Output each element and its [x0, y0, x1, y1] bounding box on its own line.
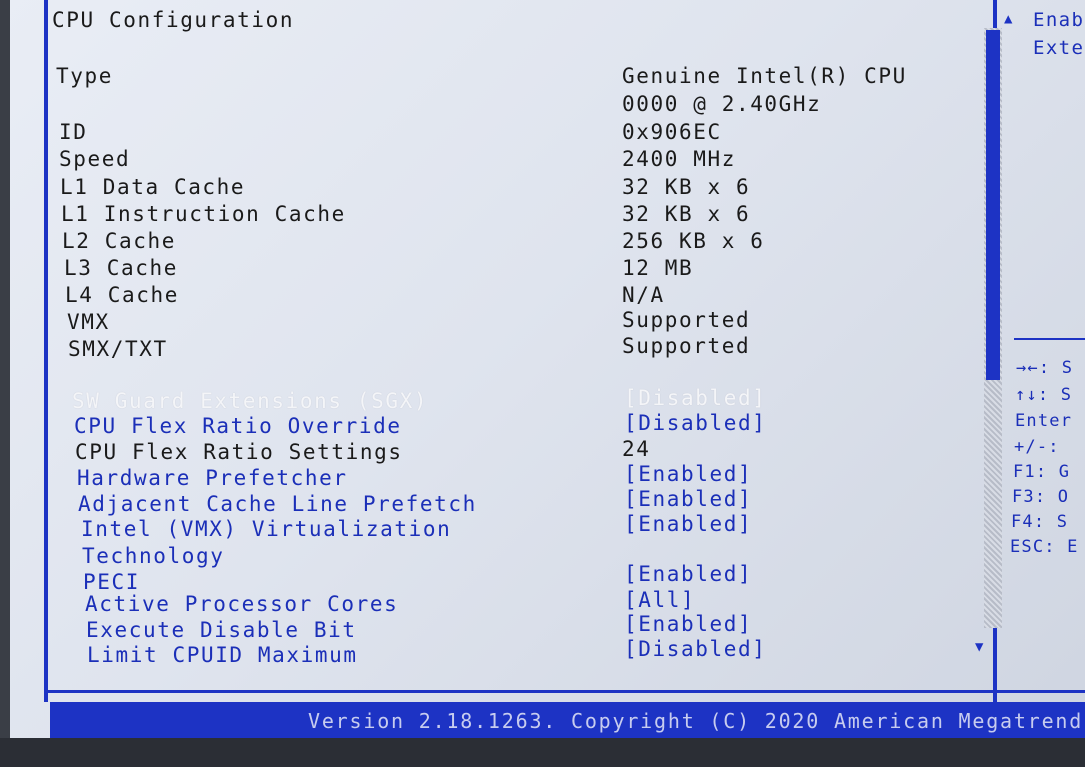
- info-value-type: Genuine Intel(R) CPU: [622, 64, 907, 88]
- option-execute-disable-bit[interactable]: Execute Disable Bit: [86, 618, 357, 642]
- option-cpu-flex-ratio-settings-value: 24: [622, 437, 651, 461]
- info-label-smx-txt: SMX/TXT: [68, 337, 168, 361]
- scroll-down-arrow-icon[interactable]: ▼: [975, 640, 983, 654]
- footer-bar: Version 2.18.1263. Copyright (C) 2020 Am…: [50, 702, 1085, 738]
- key-hint-change-option: +/-:: [1014, 437, 1060, 457]
- footer-version-text: Version 2.18.1263. Copyright (C) 2020 Am…: [308, 709, 1085, 733]
- key-hint-f1: F1: G: [1013, 462, 1071, 482]
- main-panel: CPU Configuration Type Genuine Intel(R) …: [50, 0, 990, 700]
- option-adjacent-cache-line-prefetch-value[interactable]: [Enabled]: [624, 487, 752, 511]
- help-text-line2: Exte: [1033, 37, 1085, 59]
- option-cpu-flex-ratio-override[interactable]: CPU Flex Ratio Override: [74, 414, 402, 438]
- option-intel-vmx-virtualization[interactable]: Intel (VMX) Virtualization: [81, 517, 451, 541]
- key-hint-select-item: ↑↓: S: [1015, 385, 1073, 405]
- info-label-l4-cache: L4 Cache: [65, 283, 179, 307]
- option-sgx[interactable]: SW Guard Extensions (SGX): [72, 389, 428, 413]
- option-cpu-flex-ratio-settings: CPU Flex Ratio Settings: [75, 440, 403, 464]
- option-hardware-prefetcher-value[interactable]: [Enabled]: [624, 462, 752, 486]
- info-value-l2-cache: 256 KB x 6: [622, 229, 765, 253]
- info-label-l2-cache: L2 Cache: [62, 229, 176, 253]
- info-value-id: 0x906EC: [622, 120, 722, 144]
- info-value-type-line2: 0000 @ 2.40GHz: [622, 92, 822, 116]
- option-active-processor-cores-value[interactable]: [All]: [624, 588, 695, 612]
- screen-bezel-left: [0, 0, 10, 745]
- info-value-vmx: Supported: [622, 308, 751, 332]
- option-intel-vmx-virtualization-line2[interactable]: Technology: [82, 544, 224, 568]
- info-label-speed: Speed: [59, 147, 131, 171]
- option-intel-vmx-virtualization-value[interactable]: [Enabled]: [624, 512, 752, 536]
- info-value-l3-cache: 12 MB: [622, 256, 694, 280]
- key-hint-esc: ESC: E: [1010, 537, 1079, 557]
- key-hint-select-screen: →←: S: [1016, 358, 1074, 378]
- info-value-l4-cache: N/A: [622, 283, 665, 307]
- option-limit-cpuid-maximum-value[interactable]: [Disabled]: [624, 637, 766, 661]
- screen-bezel-bottom: [0, 738, 1085, 767]
- info-value-l1-data-cache: 32 KB x 6: [622, 175, 751, 199]
- info-label-id: ID: [59, 120, 88, 144]
- info-value-l1-instruction-cache: 32 KB x 6: [622, 202, 751, 226]
- option-adjacent-cache-line-prefetch[interactable]: Adjacent Cache Line Prefetch: [78, 492, 477, 516]
- info-label-l1-instruction-cache: L1 Instruction Cache: [61, 202, 346, 226]
- help-text-line1: Enab: [1033, 9, 1085, 31]
- page-title: CPU Configuration: [52, 8, 295, 32]
- option-execute-disable-bit-value[interactable]: [Enabled]: [624, 612, 752, 636]
- option-hardware-prefetcher[interactable]: Hardware Prefetcher: [77, 466, 348, 490]
- info-value-smx-txt: Supported: [622, 334, 751, 358]
- key-hint-f3: F3: O: [1012, 487, 1070, 507]
- option-peci[interactable]: PECI: [83, 570, 140, 594]
- option-peci-value[interactable]: [Enabled]: [624, 562, 752, 586]
- info-label-l1-data-cache: L1 Data Cache: [60, 175, 246, 199]
- option-active-processor-cores[interactable]: Active Processor Cores: [85, 592, 398, 616]
- info-label-type: Type: [56, 64, 113, 88]
- key-hint-f4: F4: S: [1011, 512, 1069, 532]
- option-limit-cpuid-maximum[interactable]: Limit CPUID Maximum: [87, 643, 358, 667]
- info-label-l3-cache: L3 Cache: [64, 256, 178, 280]
- scrollbar-thumb[interactable]: [986, 30, 1000, 380]
- info-value-speed: 2400 MHz: [622, 147, 736, 171]
- key-hint-enter: Enter: [1015, 411, 1073, 431]
- bios-screen: CPU Configuration Type Genuine Intel(R) …: [0, 0, 1085, 745]
- main-panel-left-border: [44, 0, 48, 702]
- option-sgx-value[interactable]: [Disabled]: [624, 386, 766, 410]
- info-label-vmx: VMX: [67, 310, 110, 334]
- option-cpu-flex-ratio-override-value[interactable]: [Disabled]: [624, 411, 766, 435]
- help-panel: Enab Exte →←: S ↑↓: S Enter +/-: F1: G F…: [1002, 0, 1085, 690]
